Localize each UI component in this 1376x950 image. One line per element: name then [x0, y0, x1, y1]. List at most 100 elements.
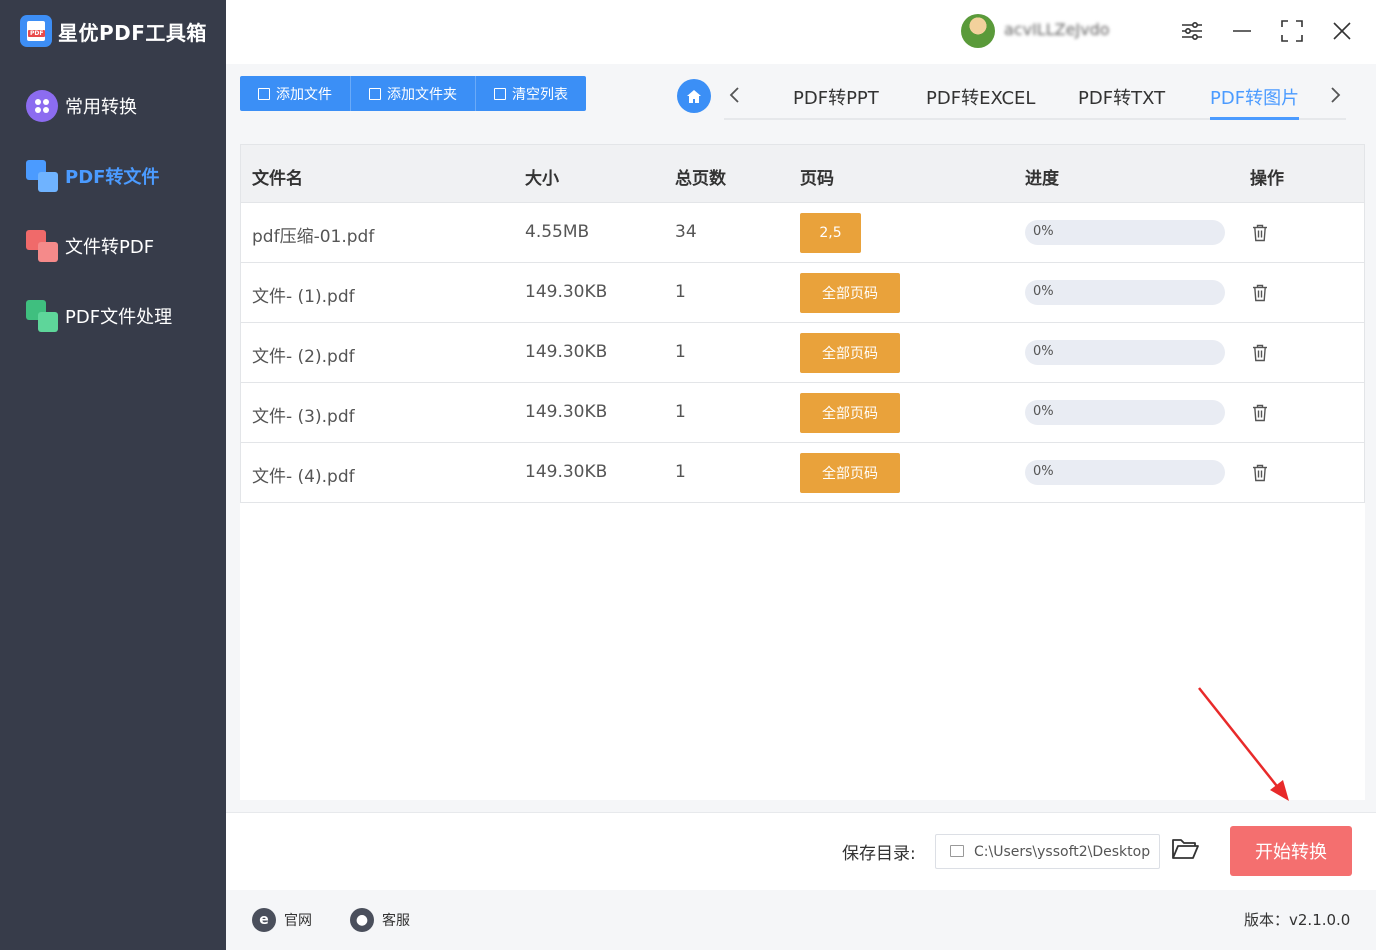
chat-icon: ●: [350, 908, 374, 932]
sidebar-item-label: PDF文件处理: [65, 307, 173, 328]
app-logo-icon: [20, 15, 52, 47]
progress-text: 0%: [1033, 224, 1054, 239]
tabs-prev-button[interactable]: [723, 82, 745, 108]
file-icon: [258, 87, 270, 100]
table-row: 文件- (4).pdf 149.30KB 1 全部页码 0%: [240, 443, 1365, 503]
browse-folder-button[interactable]: [1171, 836, 1201, 866]
sidebar-item-label: 常用转换: [65, 97, 137, 118]
sidebar: 星优PDF工具箱 常用转换 PDF转文件 文件转PDF PDF文件处理: [0, 0, 226, 950]
header-page-range: 页码: [800, 169, 834, 189]
home-icon: [687, 89, 701, 103]
page-range-button[interactable]: 全部页码: [800, 333, 900, 373]
cell-pages: 1: [675, 342, 686, 362]
maximize-icon[interactable]: [1277, 16, 1307, 46]
sidebar-item-pdf-to-file[interactable]: PDF转文件: [26, 159, 159, 193]
add-folder-button[interactable]: 添加文件夹: [351, 76, 476, 111]
delete-icon[interactable]: [1252, 404, 1268, 422]
minimize-icon[interactable]: [1227, 16, 1257, 46]
pdf-to-file-icon: [26, 160, 58, 192]
chevron-left-icon: [729, 87, 739, 103]
add-file-button[interactable]: 添加文件: [240, 76, 351, 111]
cell-size: 149.30KB: [525, 462, 608, 482]
file-to-pdf-icon: [26, 230, 58, 262]
progress-text: 0%: [1033, 344, 1054, 359]
header-action: 操作: [1250, 169, 1284, 189]
delete-icon[interactable]: [1252, 284, 1268, 302]
page-range-button[interactable]: 2,5: [800, 213, 861, 253]
progress-bar: 0%: [1025, 340, 1225, 365]
settings-sliders-icon[interactable]: [1177, 16, 1207, 46]
page-range-button[interactable]: 全部页码: [800, 393, 900, 433]
cell-filename: pdf压缩-01.pdf: [252, 227, 375, 247]
cell-pages: 1: [675, 462, 686, 482]
table-row: pdf压缩-01.pdf 4.55MB 34 2,5 0%: [240, 203, 1365, 263]
save-bar: [226, 812, 1376, 890]
header-pages: 总页数: [675, 169, 726, 189]
pdf-process-icon: [26, 300, 58, 332]
delete-icon[interactable]: [1252, 224, 1268, 242]
tabs-next-button[interactable]: [1325, 82, 1347, 108]
save-dir-label: 保存目录:: [842, 844, 916, 864]
apps-icon: [26, 90, 58, 122]
progress-bar: 0%: [1025, 220, 1225, 245]
home-button[interactable]: [677, 79, 711, 113]
cell-filename: 文件- (4).pdf: [252, 467, 355, 487]
add-folder-label: 添加文件夹: [387, 86, 457, 103]
chevron-right-icon: [1331, 87, 1341, 103]
save-dir-input[interactable]: [935, 834, 1160, 869]
cell-size: 149.30KB: [525, 282, 608, 302]
progress-text: 0%: [1033, 404, 1054, 419]
sidebar-item-file-to-pdf[interactable]: 文件转PDF: [26, 229, 154, 263]
cell-pages: 1: [675, 282, 686, 302]
header-size: 大小: [525, 169, 559, 189]
tab-pdf-to-ppt[interactable]: PDF转PPT: [793, 84, 879, 118]
progress-text: 0%: [1033, 284, 1054, 299]
start-convert-button[interactable]: 开始转换: [1230, 826, 1352, 876]
support-label: 客服: [382, 913, 410, 929]
folder-open-icon: [1172, 839, 1199, 859]
cell-pages: 1: [675, 402, 686, 422]
cell-size: 149.30KB: [525, 342, 608, 362]
cell-filename: 文件- (1).pdf: [252, 287, 355, 307]
cell-pages: 34: [675, 222, 697, 242]
cell-size: 149.30KB: [525, 402, 608, 422]
table-row: 文件- (1).pdf 149.30KB 1 全部页码 0%: [240, 263, 1365, 323]
cell-filename: 文件- (3).pdf: [252, 407, 355, 427]
folder-small-icon: [950, 845, 964, 857]
sidebar-item-pdf-process[interactable]: PDF文件处理: [26, 299, 172, 333]
page-range-button[interactable]: 全部页码: [800, 453, 900, 493]
version-label: 版本：v2.1.0.0: [1244, 911, 1351, 929]
app-brand: 星优PDF工具箱: [20, 14, 207, 48]
clear-list-label: 清空列表: [512, 86, 568, 103]
clear-list-button[interactable]: 清空列表: [476, 76, 586, 111]
progress-bar: 0%: [1025, 460, 1225, 485]
progress-bar: 0%: [1025, 280, 1225, 305]
sidebar-item-label: PDF转文件: [65, 167, 160, 188]
table-row: 文件- (2).pdf 149.30KB 1 全部页码 0%: [240, 323, 1365, 383]
delete-icon[interactable]: [1252, 464, 1268, 482]
support-link[interactable]: ● 客服: [350, 908, 410, 932]
tab-pdf-to-image[interactable]: PDF转图片: [1210, 84, 1300, 120]
progress-bar: 0%: [1025, 400, 1225, 425]
table-row: 文件- (3).pdf 149.30KB 1 全部页码 0%: [240, 383, 1365, 443]
tab-pdf-to-excel[interactable]: PDF转EXCEL: [926, 84, 1035, 118]
cell-size: 4.55MB: [525, 222, 590, 242]
tab-pdf-to-txt[interactable]: PDF转TXT: [1078, 84, 1165, 118]
website-link[interactable]: e 官网: [252, 908, 312, 932]
username[interactable]: acvILLZeJvdo: [1004, 20, 1154, 40]
progress-text: 0%: [1033, 464, 1054, 479]
add-file-label: 添加文件: [276, 86, 332, 103]
delete-icon[interactable]: [1252, 344, 1268, 362]
sidebar-item-common[interactable]: 常用转换: [26, 89, 137, 123]
file-toolbar: 添加文件 添加文件夹 清空列表: [240, 76, 586, 111]
app-title: 星优PDF工具箱: [58, 20, 207, 45]
ie-icon: e: [252, 908, 276, 932]
avatar[interactable]: [961, 14, 995, 48]
website-label: 官网: [284, 913, 312, 929]
header-progress: 进度: [1025, 169, 1059, 189]
header-filename: 文件名: [252, 169, 303, 189]
table-header: 文件名 大小 总页数 页码 进度 操作: [240, 144, 1365, 203]
sidebar-item-label: 文件转PDF: [65, 237, 155, 258]
page-range-button[interactable]: 全部页码: [800, 273, 900, 313]
close-icon[interactable]: [1327, 16, 1357, 46]
